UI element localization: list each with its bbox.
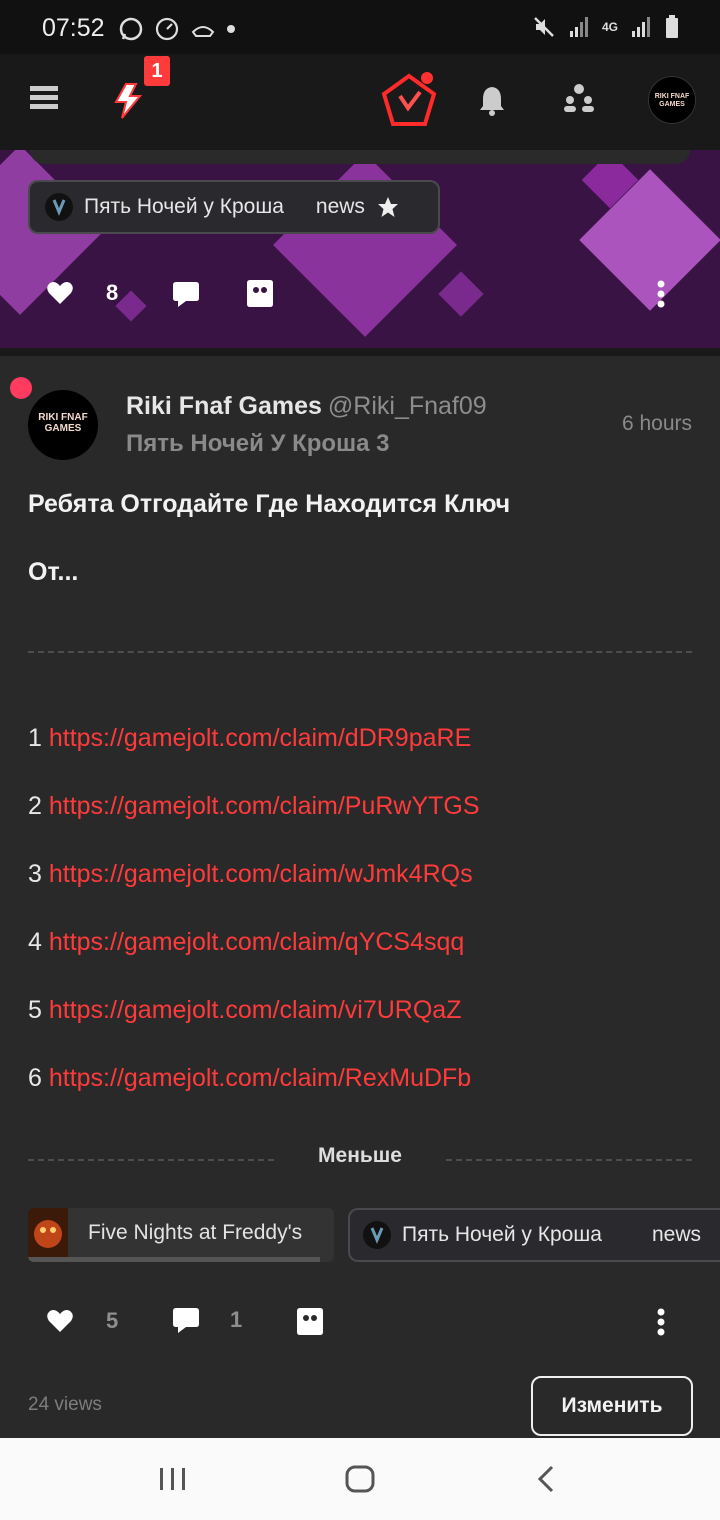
- claim-link[interactable]: https://gamejolt.com/claim/PuRwYTGS: [49, 792, 480, 820]
- speed-icon: [155, 17, 179, 41]
- author-line[interactable]: Riki Fnaf Games @Riki_Fnaf09: [126, 392, 487, 421]
- community-avatar-icon: [45, 193, 73, 221]
- banner-like-button[interactable]: 8: [46, 280, 118, 306]
- signal-2-icon: [632, 17, 650, 37]
- link-row: 4 https://gamejolt.com/claim/qYCS4sqq: [28, 928, 465, 956]
- star-icon: [377, 197, 398, 217]
- system-icons: 4G: [532, 14, 680, 40]
- friends-icon[interactable]: [562, 82, 596, 114]
- more-icon[interactable]: [656, 1308, 666, 1336]
- hamburger-icon[interactable]: [30, 84, 58, 112]
- signal-icon: [569, 17, 588, 37]
- link-row: 1 https://gamejolt.com/claim/dDR9paRE: [28, 724, 472, 752]
- link-row: 2 https://gamejolt.com/claim/PuRwYTGS: [28, 792, 480, 820]
- previous-card-edge: [30, 150, 690, 164]
- back-icon[interactable]: [536, 1464, 556, 1494]
- author-avatar[interactable]: RIKI FNAF GAMES: [28, 390, 98, 460]
- quest-pentagon-icon[interactable]: [378, 70, 440, 132]
- app-header: [0, 54, 720, 150]
- more-icon[interactable]: [656, 280, 666, 308]
- author-name[interactable]: Riki Fnaf Games: [126, 392, 322, 420]
- game-name[interactable]: Пять Ночей У Кроша 3: [126, 430, 389, 458]
- battery-icon: [666, 15, 678, 38]
- claim-link[interactable]: https://gamejolt.com/claim/qYCS4sqq: [49, 928, 464, 956]
- notification-icons: [118, 16, 236, 42]
- repost-icon[interactable]: [296, 1306, 324, 1336]
- community-avatar-icon: [363, 1221, 391, 1249]
- comment-icon[interactable]: [172, 280, 200, 308]
- banner-like-count: 8: [106, 280, 119, 305]
- banner-decoration: [115, 290, 147, 322]
- post-title-continued: От...: [28, 558, 79, 586]
- show-less-button[interactable]: Меньше: [0, 1144, 720, 1168]
- community-tag-channel: news: [315, 195, 365, 218]
- author-handle: @Riki_Fnaf09: [327, 392, 487, 420]
- mute-icon: [534, 17, 554, 37]
- community-chip-channel: news: [652, 1223, 702, 1246]
- divider: [28, 651, 692, 653]
- link-row: 5 https://gamejolt.com/claim/vi7URQaZ: [28, 996, 462, 1024]
- like-count: 5: [106, 1308, 119, 1333]
- community-tag[interactable]: Пять Ночей у Кроша news: [28, 180, 440, 234]
- banner-decoration: [438, 271, 484, 317]
- community-tag-chip[interactable]: Пять Ночей у Кроша news: [348, 1208, 720, 1262]
- game-tag-label: Five Nights at Freddy's: [88, 1221, 303, 1244]
- recent-apps-icon[interactable]: [158, 1466, 188, 1492]
- divider-right: [446, 1159, 692, 1161]
- heart-icon: [47, 1310, 73, 1332]
- claim-link[interactable]: https://gamejolt.com/claim/vi7URQaZ: [49, 996, 462, 1024]
- claim-link[interactable]: https://gamejolt.com/claim/wJmk4RQs: [49, 860, 473, 888]
- post-time: 6 hours: [621, 412, 692, 435]
- like-button[interactable]: 5: [46, 1308, 118, 1334]
- view-count: 24 views: [28, 1394, 102, 1415]
- repost-icon[interactable]: [246, 278, 274, 308]
- link-row: 3 https://gamejolt.com/claim/wJmk4RQs: [28, 860, 473, 888]
- claim-link[interactable]: https://gamejolt.com/claim/RexMuDFb: [49, 1064, 471, 1092]
- status-bar: 07:52 4G: [0, 0, 720, 54]
- community-chip-name: Пять Ночей у Кроша: [402, 1223, 602, 1246]
- dot-icon: [227, 25, 235, 33]
- comment-count: 1: [230, 1307, 243, 1332]
- game-tag-underline: [28, 1257, 320, 1262]
- game-tag-chip[interactable]: Five Nights at Freddy's: [28, 1208, 334, 1262]
- community-tag-name: Пять Ночей у Кроша: [84, 195, 284, 218]
- activity-badge: 1: [144, 56, 170, 86]
- activity-bolt-icon[interactable]: [112, 82, 146, 120]
- game-icon: [191, 26, 215, 37]
- system-nav-bar: [0, 1438, 720, 1520]
- network-type: 4G: [601, 20, 618, 34]
- unread-dot: [10, 377, 32, 399]
- bell-icon[interactable]: [478, 84, 506, 116]
- status-time: 07:52: [42, 14, 105, 42]
- link-row: 6 https://gamejolt.com/claim/RexMuDFb: [28, 1064, 472, 1092]
- post-title: Ребята Отгодайте Где Находится Ключ: [28, 490, 511, 518]
- edit-button[interactable]: Изменить: [531, 1376, 693, 1436]
- claim-link[interactable]: https://gamejolt.com/claim/dDR9paRE: [49, 724, 471, 752]
- game-thumbnail: [28, 1208, 68, 1262]
- heart-icon: [47, 282, 73, 304]
- comment-icon: [173, 1308, 199, 1333]
- whatsapp-icon: [119, 17, 143, 41]
- home-icon[interactable]: [344, 1464, 376, 1494]
- user-avatar[interactable]: RIKI FNAF GAMES: [648, 76, 696, 124]
- comment-button[interactable]: 1: [172, 1306, 242, 1334]
